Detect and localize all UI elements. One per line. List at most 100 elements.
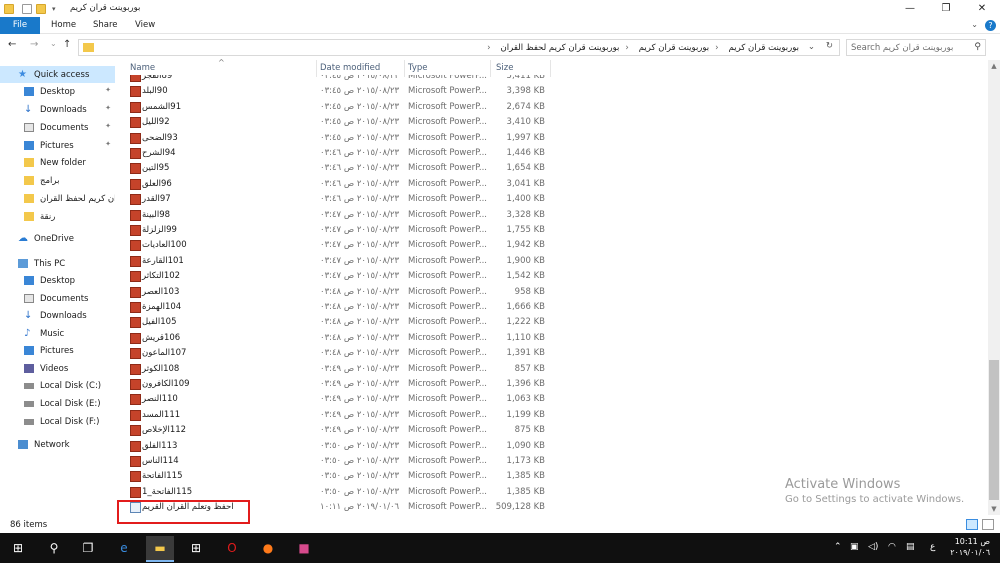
search-icon[interactable]: ⚲ <box>44 538 64 558</box>
breadcrumb-item[interactable]: بوربوينت قران كريم لحفظ القران <box>501 43 620 53</box>
nav-item[interactable]: ★ Quick access <box>0 66 115 83</box>
breadcrumb-chevron-icon[interactable]: › <box>715 43 718 53</box>
nav-item[interactable]: This PC <box>0 255 115 272</box>
opera-icon[interactable]: O <box>222 538 242 558</box>
action-center-icon[interactable]: ▤ <box>906 542 915 552</box>
store-icon[interactable]: ⊞ <box>186 538 206 558</box>
show-hidden-icons-icon[interactable]: ⌃ <box>834 542 842 552</box>
nav-item[interactable]: قران كريم لحفظ القران <box>0 190 115 207</box>
refresh-icon[interactable]: ↻ <box>826 41 833 51</box>
column-date-modified[interactable]: Date modified <box>320 63 380 73</box>
file-row[interactable]: 89الفجر ٢٠١٥/٠٨/٢٣ ص ٠٣:٤٥ Microsoft Power… <box>118 75 558 84</box>
file-row[interactable]: 95التين ٢٠١٥/٠٨/٢٣ ص ٠٣:٤٦ Microsoft Power… <box>118 161 558 176</box>
nav-item[interactable]: Documents <box>0 290 115 307</box>
qat-dropdown-icon[interactable]: ▾ <box>52 5 56 13</box>
windows-start-icon[interactable]: ⊞ <box>8 538 28 558</box>
back-button[interactable]: ← <box>8 39 16 50</box>
file-row[interactable]: 110النصر ٢٠١٥/٠٨/٢٣ ص ٠٣:٤٩ Microsoft Powe… <box>118 392 558 407</box>
app-icon[interactable]: ■ <box>294 538 314 558</box>
nav-item[interactable]: Documents ✦ <box>0 119 115 136</box>
column-size[interactable]: Size <box>496 63 513 73</box>
nav-item[interactable]: رنقة <box>0 208 115 225</box>
file-row[interactable]: 98البينة ٢٠١٥/٠٨/٢٣ ص ٠٣:٤٧ Microsoft Powe… <box>118 208 558 223</box>
file-row[interactable]: 94الشرح ٢٠١٥/٠٨/٢٣ ص ٠٣:٤٦ Microsoft Power… <box>118 146 558 161</box>
breadcrumb-item[interactable]: بوربوينت قران كريم <box>729 43 799 53</box>
file-row[interactable]: 115الفاتحة ٢٠١٥/٠٨/٢٣ ص ٠٣:٥٠ Microsoft Po… <box>118 469 558 484</box>
tab-share[interactable]: Share <box>84 17 127 34</box>
file-row[interactable]: 91الشمس ٢٠١٥/٠٨/٢٣ ص ٠٣:٤٥ Microsoft Power… <box>118 100 558 115</box>
help-icon[interactable]: ? <box>985 20 996 31</box>
forward-button[interactable]: → <box>30 39 38 50</box>
tab-file[interactable]: File <box>0 17 40 34</box>
nav-item[interactable]: ☁ OneDrive <box>0 230 115 247</box>
file-row[interactable]: 115الفاتحة_1 ٢٠١٥/٠٨/٢٣ ص ٠٣:٥٠ Microsoft … <box>118 485 558 500</box>
file-row[interactable]: 102التكاثر ٢٠١٥/٠٨/٢٣ ص ٠٣:٤٧ Microsoft Po… <box>118 269 558 284</box>
breadcrumb-chevron-icon[interactable]: › <box>625 43 628 53</box>
file-row[interactable]: 100العاديات ٢٠١٥/٠٨/٢٣ ص ٠٣:٤٧ Microsoft P… <box>118 238 558 253</box>
language-indicator[interactable]: ع <box>930 542 935 552</box>
scroll-up-icon[interactable]: ▲ <box>989 62 999 70</box>
file-row[interactable]: 107الماعون ٢٠١٥/٠٨/٢٣ ص ٠٣:٤٨ Microsoft Po… <box>118 346 558 361</box>
volume-icon[interactable]: ◁) <box>868 542 878 552</box>
file-row[interactable]: 90البلد ٢٠١٥/٠٨/٢٣ ص ٠٣:٤٥ Microsoft Power… <box>118 84 558 99</box>
address-dropdown-icon[interactable]: ⌄ <box>808 42 815 52</box>
network-status-icon[interactable]: ▣ <box>850 542 859 552</box>
file-row[interactable]: 113الفلق ٢٠١٥/٠٨/٢٣ ص ٠٣:٥٠ Microsoft Powe… <box>118 439 558 454</box>
task-view-icon[interactable]: ❐ <box>78 538 98 558</box>
nav-item[interactable]: Desktop ✦ <box>0 83 115 100</box>
nav-item[interactable]: ↓ Downloads <box>0 307 115 324</box>
file-explorer-icon[interactable]: ▬ <box>146 536 174 562</box>
ribbon-expand-icon[interactable]: ⌄ <box>971 20 978 29</box>
nav-item[interactable]: Local Disk (C:) <box>0 377 115 394</box>
nav-item[interactable]: Pictures ✦ <box>0 137 115 154</box>
column-name[interactable]: Name <box>130 63 155 73</box>
address-bar[interactable]: › بوربوينت قران كريم لحفظ القران › بوربو… <box>78 39 840 56</box>
search-input[interactable]: Search بوربوينت قران كريم ⚲ <box>846 39 986 56</box>
file-row[interactable]: 114الناس ٢٠١٥/٠٨/٢٣ ص ٠٣:٥٠ Microsoft Powe… <box>118 454 558 469</box>
breadcrumb-item[interactable]: بوربوينت قران كريم <box>639 43 709 53</box>
edge-icon[interactable]: e <box>114 538 134 558</box>
file-row[interactable]: 112الإخلاص ٢٠١٥/٠٨/٢٣ ص ٠٣:٤٩ Microsoft Po… <box>118 423 558 438</box>
file-row[interactable]: 93الضحى ٢٠١٥/٠٨/٢٣ ص ٠٣:٤٥ Microsoft Power… <box>118 131 558 146</box>
firefox-icon[interactable]: ● <box>258 538 278 558</box>
scroll-down-icon[interactable]: ▼ <box>989 505 999 513</box>
vertical-scrollbar[interactable]: ▲ ▼ <box>988 60 1000 515</box>
tab-home[interactable]: Home <box>42 17 85 34</box>
wifi-icon[interactable]: ◠ <box>888 542 896 552</box>
nav-item[interactable]: Desktop <box>0 272 115 289</box>
nav-item[interactable]: Local Disk (E:) <box>0 395 115 412</box>
nav-item[interactable]: Pictures <box>0 342 115 359</box>
nav-item[interactable]: Local Disk (F:) <box>0 413 115 430</box>
file-row[interactable]: 108الكوثر ٢٠١٥/٠٨/٢٣ ص ٠٣:٤٩ Microsoft Pow… <box>118 362 558 377</box>
tab-view[interactable]: View <box>126 17 164 34</box>
nav-item[interactable]: New folder <box>0 154 115 171</box>
clock[interactable]: 10:11 ص ٢٠١٩/٠١/٠٦ <box>950 536 990 558</box>
file-row[interactable]: 99الزلزلة ٢٠١٥/٠٨/٢٣ ص ٠٣:٤٧ Microsoft Pow… <box>118 223 558 238</box>
file-row[interactable]: 103العصر ٢٠١٥/٠٨/٢٣ ص ٠٣:٤٨ Microsoft Powe… <box>118 285 558 300</box>
nav-item[interactable]: ♪ Music <box>0 325 115 342</box>
file-row[interactable]: 104الهمزة ٢٠١٥/٠٨/٢٣ ص ٠٣:٤٨ Microsoft Pow… <box>118 300 558 315</box>
close-button[interactable]: ✕ <box>964 0 1000 17</box>
minimize-button[interactable]: — <box>892 0 928 17</box>
nav-item[interactable]: Network <box>0 436 115 453</box>
nav-item[interactable]: ↓ Downloads ✦ <box>0 101 115 118</box>
file-row[interactable]: 111المسد ٢٠١٥/٠٨/٢٣ ص ٠٣:٤٩ Microsoft Powe… <box>118 408 558 423</box>
file-row[interactable]: 101القارعة ٢٠١٥/٠٨/٢٣ ص ٠٣:٤٧ Microsoft Po… <box>118 254 558 269</box>
file-row[interactable]: 97القدر ٢٠١٥/٠٨/٢٣ ص ٠٣:٤٦ Microsoft Power… <box>118 192 558 207</box>
nav-item[interactable]: برامج <box>0 172 115 189</box>
new-folder-icon[interactable] <box>36 3 46 14</box>
up-button[interactable]: ↑ <box>63 39 71 50</box>
file-row[interactable]: 106قريش ٢٠١٥/٠٨/٢٣ ص ٠٣:٤٨ Microsoft Power… <box>118 331 558 346</box>
file-row[interactable]: 105الفيل ٢٠١٥/٠٨/٢٣ ص ٠٣:٤٨ Microsoft Powe… <box>118 315 558 330</box>
properties-icon[interactable] <box>22 3 32 14</box>
nav-item[interactable]: Videos <box>0 360 115 377</box>
scroll-thumb[interactable] <box>989 360 999 500</box>
column-type[interactable]: Type <box>408 63 428 73</box>
file-row[interactable]: 96العلق ٢٠١٥/٠٨/٢٣ ص ٠٣:٤٦ Microsoft Power… <box>118 177 558 192</box>
maximize-button[interactable]: ❐ <box>928 0 964 17</box>
large-icons-view-icon[interactable] <box>982 519 994 530</box>
file-row[interactable]: 109الكافرون ٢٠١٥/٠٨/٢٣ ص ٠٣:٤٩ Microsoft P… <box>118 377 558 392</box>
details-view-icon[interactable] <box>966 519 978 530</box>
recent-dropdown-icon[interactable]: ⌄ <box>50 39 57 48</box>
breadcrumb-chevron-icon[interactable]: › <box>487 43 490 53</box>
